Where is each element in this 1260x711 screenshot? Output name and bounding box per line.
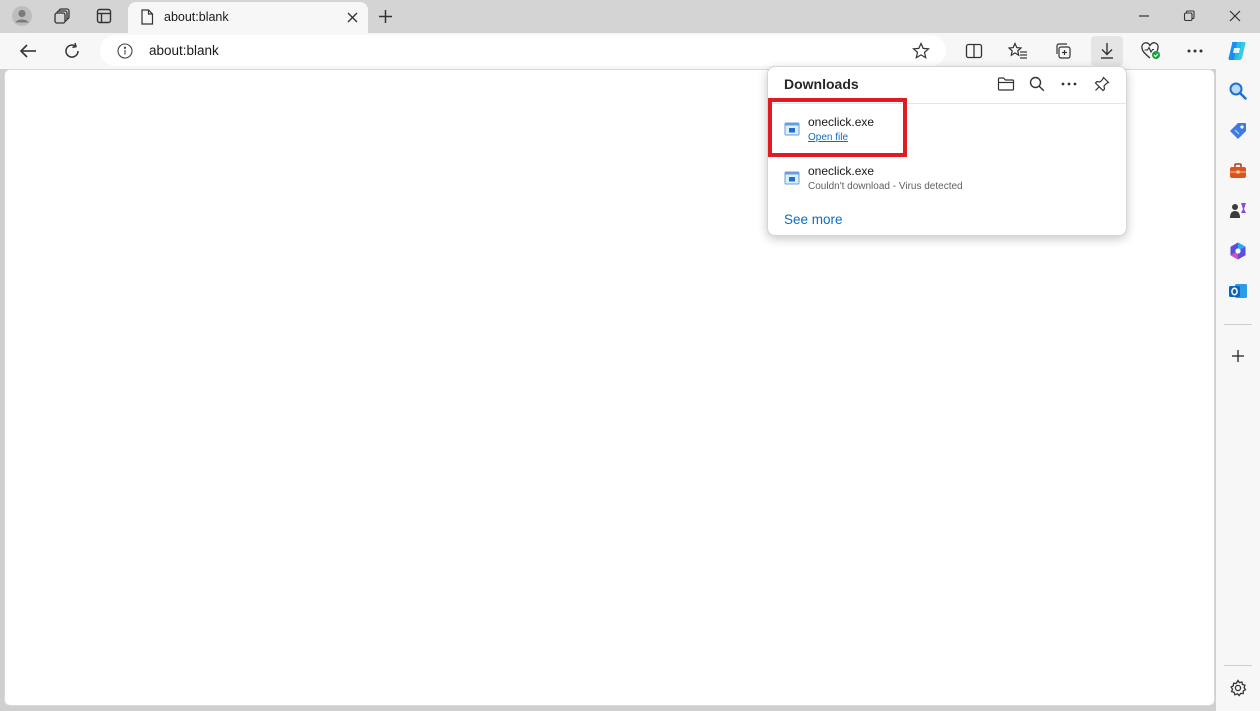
sidebar-divider [1224,665,1252,666]
downloads-title: Downloads [784,76,859,92]
download-item[interactable]: oneclick.exe Couldn't download - Virus d… [768,160,1126,204]
more-icon[interactable] [1179,36,1211,66]
highlight-box [768,98,907,157]
sidebar [1216,69,1260,711]
tab-title: about:blank [164,10,229,24]
page-icon [138,8,156,26]
tab-actions-icon[interactable] [90,4,118,28]
outlook-icon[interactable] [1226,279,1250,303]
collections-icon[interactable] [1047,36,1079,66]
star-icon[interactable] [910,41,932,61]
see-more-link[interactable]: See more [784,212,843,227]
close-icon[interactable] [1212,2,1258,30]
search-icon[interactable] [1226,79,1250,103]
search-icon[interactable] [1024,72,1050,96]
settings-icon[interactable] [1226,676,1250,700]
profile-icon[interactable] [8,4,36,28]
workspaces-icon[interactable] [48,4,76,28]
active-tab[interactable]: about:blank [128,2,368,33]
info-icon[interactable] [116,42,134,60]
toolbar: about:blank [0,33,1260,69]
refresh-icon[interactable] [57,37,87,65]
more-icon[interactable] [1056,72,1082,96]
download-icon[interactable] [1091,36,1123,66]
shopping-icon[interactable] [1226,119,1250,143]
download-filename: oneclick.exe [808,164,875,178]
browser-essentials-icon[interactable] [1135,36,1167,66]
plus-icon[interactable] [1226,344,1250,368]
tab-strip: about:blank [0,0,1260,33]
microsoft365-icon[interactable] [1226,239,1250,263]
folder-icon[interactable] [993,72,1019,96]
url-text[interactable]: about:blank [149,43,219,58]
copilot-icon[interactable] [1221,36,1253,66]
download-status: Couldn't download - Virus detected [808,181,963,192]
plus-icon[interactable] [372,4,398,28]
tools-icon[interactable] [1226,159,1250,183]
close-icon[interactable] [342,7,362,27]
favorites-icon[interactable] [1002,36,1034,66]
address-bar[interactable]: about:blank [100,35,946,66]
games-icon[interactable] [1226,199,1250,223]
restore-icon[interactable] [1166,2,1212,30]
back-icon[interactable] [13,37,43,65]
minimize-icon[interactable] [1121,2,1167,30]
pin-icon[interactable] [1089,72,1115,96]
split-screen-icon[interactable] [958,36,990,66]
exe-file-icon [784,170,800,186]
sidebar-divider [1224,324,1252,325]
